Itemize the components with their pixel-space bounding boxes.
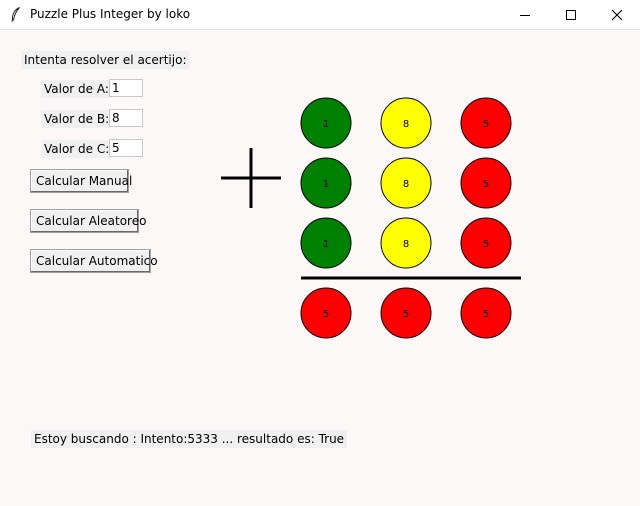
digit-circle-r2-c3-value: 5 — [483, 179, 489, 190]
digit-circle-r3-c2-value: 8 — [403, 239, 409, 250]
result-circle-c3-value: 5 — [483, 309, 489, 320]
result-circle-c1-value: 5 — [323, 309, 329, 320]
digit-circle-r1-c3-value: 5 — [483, 119, 489, 130]
digit-circle-r1-c1: 1 — [300, 97, 352, 149]
digit-circle-r1-c3: 5 — [460, 97, 512, 149]
digit-circle-r3-c3: 5 — [460, 217, 512, 269]
plus-sign-icon — [221, 148, 281, 208]
digit-circle-r1-c1-value: 1 — [323, 119, 329, 130]
digit-circle-r3-c1-value: 1 — [323, 239, 329, 250]
result-circle-c1: 5 — [300, 287, 352, 339]
digit-circle-r1-c2-value: 8 — [403, 119, 409, 130]
digit-circle-r2-c2: 8 — [380, 157, 432, 209]
digit-circle-r2-c3: 5 — [460, 157, 512, 209]
digit-circle-r2-c2-value: 8 — [403, 179, 409, 190]
digit-circle-r2-c1: 1 — [300, 157, 352, 209]
result-circle-c2: 5 — [380, 287, 432, 339]
digit-circle-r3-c2: 8 — [380, 217, 432, 269]
digit-circle-r2-c1-value: 1 — [323, 179, 329, 190]
digit-circle-r1-c2: 8 — [380, 97, 432, 149]
digit-circle-r3-c3-value: 5 — [483, 239, 489, 250]
result-circle-c2-value: 5 — [403, 309, 409, 320]
result-circle-c3: 5 — [460, 287, 512, 339]
digit-circle-r3-c1: 1 — [300, 217, 352, 269]
status-message: Estoy buscando : Intento:5333 ... result… — [31, 430, 348, 448]
